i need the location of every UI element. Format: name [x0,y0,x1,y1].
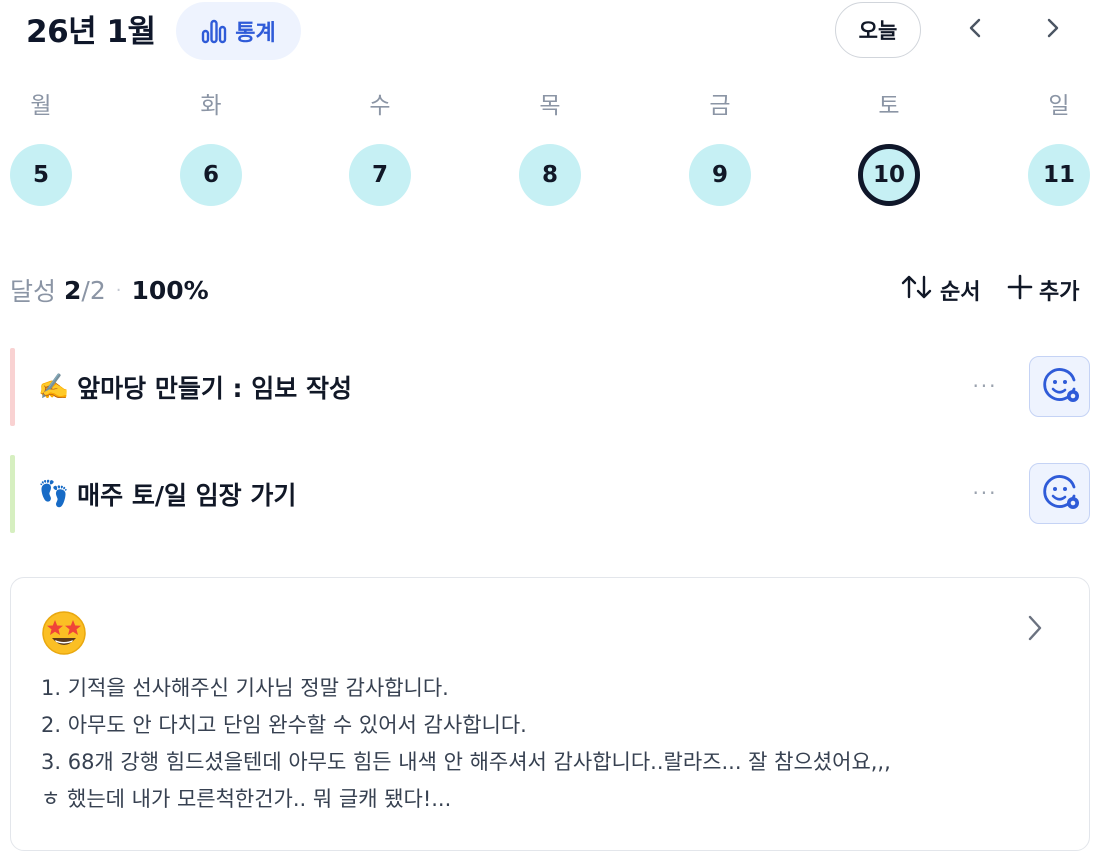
date-circle[interactable]: 6 [180,144,242,206]
day-column: 화 6 [180,88,242,206]
order-button[interactable]: 순서 [900,270,980,310]
journal-text: 1. 기적을 선사해주신 기사님 정말 감사합니다. 2. 아무도 안 다치고 … [41,670,891,818]
slash: / [81,275,90,305]
separator-dot: · [115,279,122,301]
weekday-label: 금 [709,93,731,119]
achievement-label: 달성 [10,277,57,306]
habit-title: 매주 토/일 임장 가기 [77,481,297,510]
journal-line: 3. 68개 강행 힘드셨을텐데 아무도 힘든 내색 안 해주셔서 감사합니다.… [41,750,891,774]
journal-line: 2. 아무도 안 다치고 단임 완수할 수 있어서 감사합니다. [41,713,527,737]
today-label: 오늘 [858,19,898,43]
more-options-button[interactable]: ··· [965,366,1005,406]
journal-line: 1. 기적을 선사해주신 기사님 정말 감사합니다. [41,676,449,700]
habit-color-bar [10,455,15,533]
sort-icon [900,274,934,306]
chevron-right-icon [1026,613,1044,647]
day-column: 금 9 [689,88,751,206]
habit-title-wrap: ✍️ 앞마당 만들기 : 임보 작성 [38,348,352,426]
day-column: 일 11 [1028,88,1090,206]
chevron-right-icon [1044,17,1062,43]
stats-label: 통계 [235,21,276,46]
day-column: 월 5 [10,88,72,206]
achievement-percent: 100% [131,275,209,305]
weekday-label: 월 [30,93,52,119]
habit-title-wrap: 👣 매주 토/일 임장 가기 [38,455,296,533]
prev-week-button[interactable] [955,10,995,50]
footprints-icon: 👣 [38,479,70,508]
date-circle[interactable]: 7 [349,144,411,206]
smile-face-icon [1038,363,1082,411]
weekday-label: 화 [200,93,222,119]
week-strip: 월 5 화 6 수 7 목 8 금 9 토 10 일 11 [0,88,1106,218]
date-circle[interactable]: 9 [689,144,751,206]
date-circle[interactable]: 5 [10,144,72,206]
weekday-label: 수 [369,93,391,119]
total-count: 2 [89,275,106,305]
habit-check-button[interactable] [1029,356,1090,417]
weekday-label: 목 [539,93,561,119]
add-button[interactable]: 추가 [1007,270,1079,310]
habit-title: 앞마당 만들기 : 임보 작성 [77,374,352,403]
habit-row[interactable]: 👣 매주 토/일 임장 가기 ··· [10,455,1092,533]
day-column: 목 8 [519,88,581,206]
journal-card[interactable]: 1. 기적을 선사해주신 기사님 정말 감사합니다. 2. 아무도 안 다치고 … [10,577,1090,851]
weekday-label: 토 [878,93,900,119]
stats-button[interactable]: 통계 [176,2,301,60]
habit-check-button[interactable] [1029,463,1090,524]
more-options-button[interactable]: ··· [965,473,1005,513]
add-label: 추가 [1039,280,1080,305]
weekday-label: 일 [1048,93,1070,119]
plus-icon [1007,274,1033,306]
habit-row[interactable]: ✍️ 앞마당 만들기 : 임보 작성 ··· [10,348,1092,426]
order-label: 순서 [940,280,981,305]
chevron-left-icon [966,17,984,43]
date-circle[interactable]: 11 [1028,144,1090,206]
achievement-summary: 달성 2 / 2 · 100% [10,270,209,310]
smile-face-icon [1038,470,1082,518]
habit-color-bar [10,348,15,426]
writing-hand-icon: ✍️ [38,372,70,401]
done-count: 2 [64,275,82,305]
month-title: 26년 1월 [26,14,156,50]
bar-chart-icon [201,18,227,44]
journal-line: ㅎ 했는데 내가 모른척한건가.. 뭐 글캐 됐다!... [41,787,452,811]
date-circle-selected[interactable]: 10 [858,144,920,206]
today-button[interactable]: 오늘 [835,2,921,58]
next-week-button[interactable] [1033,10,1073,50]
day-column: 토 10 [858,88,920,206]
date-circle[interactable]: 8 [519,144,581,206]
star-struck-face-icon [41,610,87,660]
day-column: 수 7 [349,88,411,206]
